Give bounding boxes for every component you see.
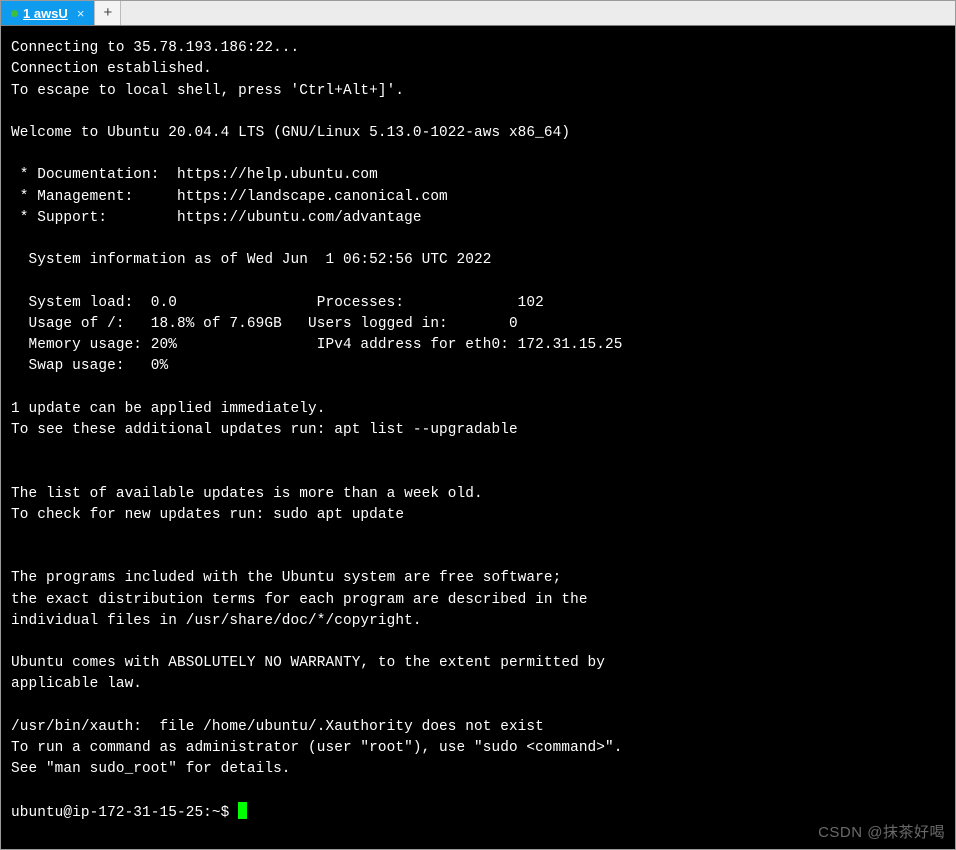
line-xauth: /usr/bin/xauth: file /home/ubuntu/.Xauth… (11, 719, 544, 735)
line-management: * Management: https://landscape.canonica… (11, 189, 448, 205)
line-escape-hint: To escape to local shell, press 'Ctrl+Al… (11, 83, 404, 99)
line-sys-row3: Memory usage: 20% IPv4 address for eth0:… (11, 337, 623, 353)
line-sys-row4: Swap usage: 0% (11, 358, 168, 374)
line-support: * Support: https://ubuntu.com/advantage (11, 210, 422, 226)
new-tab-button[interactable]: + (95, 1, 121, 25)
watermark: CSDN @抹茶好喝 (818, 822, 945, 843)
line-listold2: To check for new updates run: sudo apt u… (11, 507, 404, 523)
line-listold1: The list of available updates is more th… (11, 486, 483, 502)
cursor-icon (238, 802, 247, 819)
plus-icon: + (103, 5, 112, 22)
tab-label: 1 awsU (23, 6, 68, 21)
terminal-window: 1 awsU × + Connecting to 35.78.193.186:2… (0, 0, 956, 850)
line-sysinfo-header: System information as of Wed Jun 1 06:52… (11, 252, 491, 268)
tab-bar: 1 awsU × + (1, 1, 955, 26)
line-programs1: The programs included with the Ubuntu sy… (11, 570, 561, 586)
line-updates2: To see these additional updates run: apt… (11, 422, 518, 438)
prompt: ubuntu@ip-172-31-15-25:~$ (11, 805, 238, 821)
line-warranty1: Ubuntu comes with ABSOLUTELY NO WARRANTY… (11, 655, 605, 671)
terminal-output[interactable]: Connecting to 35.78.193.186:22... Connec… (1, 26, 955, 849)
line-documentation: * Documentation: https://help.ubuntu.com (11, 167, 378, 183)
line-established: Connection established. (11, 61, 212, 77)
tab-active[interactable]: 1 awsU × (1, 1, 95, 25)
line-sys-row1: System load: 0.0 Processes: 102 (11, 295, 544, 311)
close-icon[interactable]: × (77, 6, 85, 21)
line-connecting: Connecting to 35.78.193.186:22... (11, 40, 299, 56)
line-programs3: individual files in /usr/share/doc/*/cop… (11, 613, 422, 629)
line-sudo2: See "man sudo_root" for details. (11, 761, 291, 777)
line-updates1: 1 update can be applied immediately. (11, 401, 326, 417)
line-programs2: the exact distribution terms for each pr… (11, 592, 588, 608)
status-dot-icon (11, 10, 18, 17)
line-sudo1: To run a command as administrator (user … (11, 740, 623, 756)
line-welcome: Welcome to Ubuntu 20.04.4 LTS (GNU/Linux… (11, 125, 570, 141)
line-warranty2: applicable law. (11, 676, 142, 692)
line-sys-row2: Usage of /: 18.8% of 7.69GB Users logged… (11, 316, 518, 332)
